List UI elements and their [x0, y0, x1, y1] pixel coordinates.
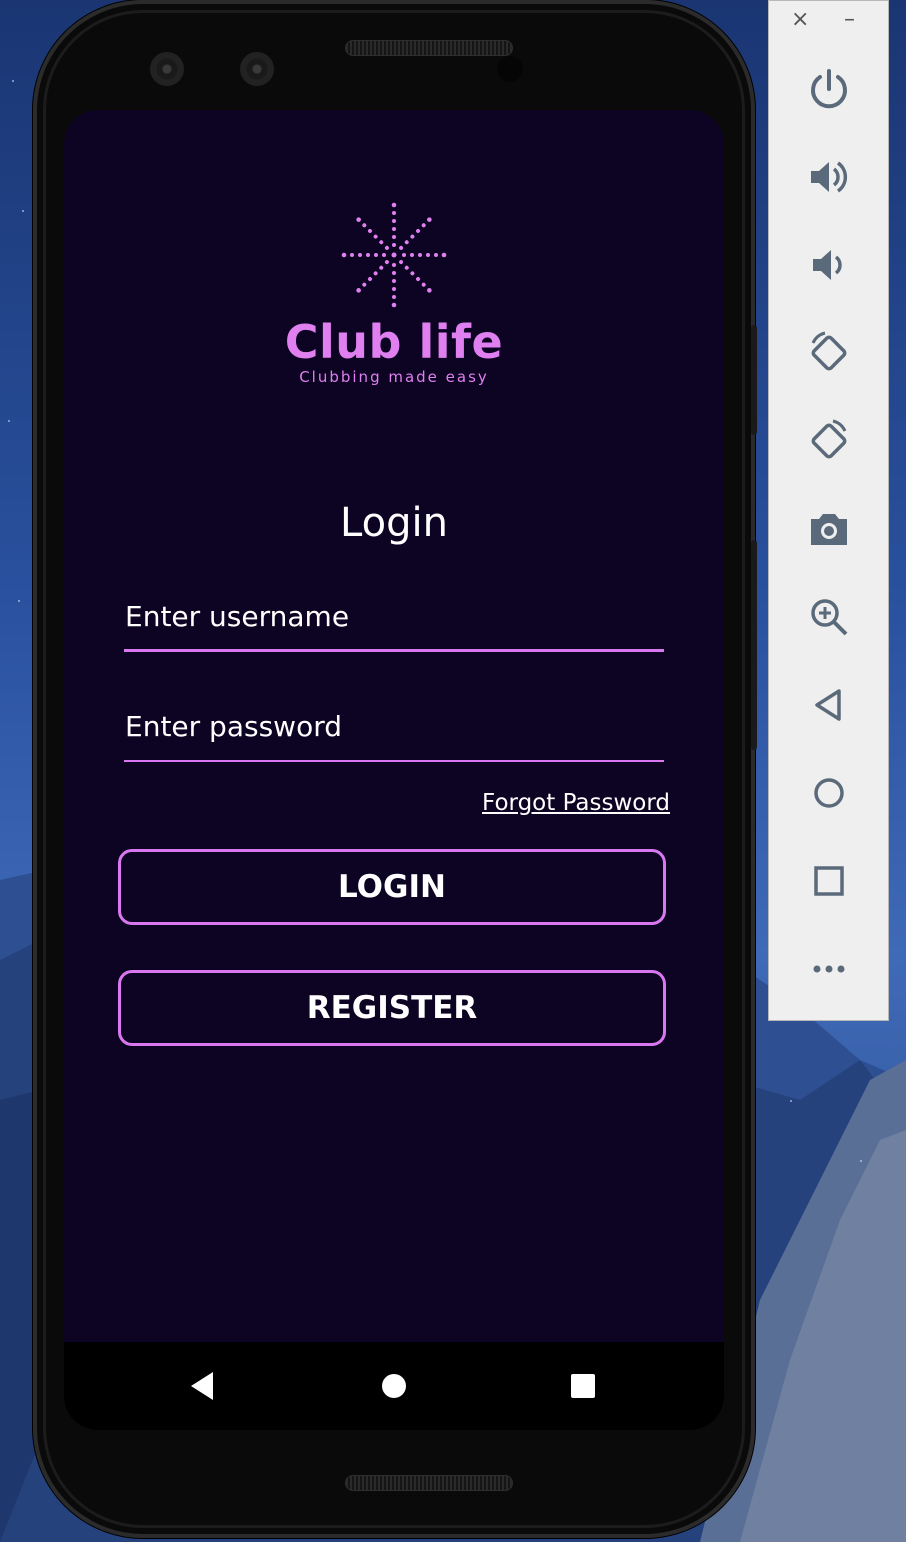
- android-nav-bar: [64, 1342, 724, 1430]
- home-icon[interactable]: [377, 1369, 411, 1403]
- camera-icon[interactable]: [805, 505, 853, 553]
- power-icon[interactable]: [805, 65, 853, 113]
- login-button[interactable]: LOGIN: [118, 849, 666, 925]
- page-title: Login: [340, 500, 448, 546]
- username-input[interactable]: Enter username: [124, 600, 664, 652]
- bottom-speaker: [345, 1475, 513, 1491]
- home-icon[interactable]: [805, 769, 853, 817]
- close-button[interactable]: ×: [791, 7, 809, 32]
- window-controls: × –: [769, 7, 890, 37]
- emulator-toolbar: × –: [768, 0, 889, 1021]
- password-underline: [124, 760, 664, 762]
- rotate-right-icon[interactable]: [805, 417, 853, 465]
- side-button[interactable]: [751, 325, 757, 435]
- brand-tagline: Clubbing made easy: [299, 368, 489, 386]
- more-icon[interactable]: [805, 945, 853, 993]
- zoom-icon[interactable]: [805, 593, 853, 641]
- register-button[interactable]: REGISTER: [118, 970, 666, 1046]
- brand-name: Club life: [284, 315, 504, 369]
- password-placeholder: Enter password: [125, 710, 342, 743]
- username-placeholder: Enter username: [125, 600, 350, 633]
- rotate-left-icon[interactable]: [805, 329, 853, 377]
- sensor-dot: [497, 56, 523, 82]
- forgot-password-link[interactable]: Forgot Password: [482, 790, 670, 816]
- username-underline: [124, 649, 664, 652]
- front-camera-1: [150, 52, 184, 86]
- app-screen: Club life Clubbing made easy Login Enter…: [64, 110, 724, 1430]
- logo-burst-icon: [64, 200, 724, 310]
- top-speaker: [345, 40, 513, 56]
- volume-up-icon[interactable]: [805, 153, 853, 201]
- minimize-button[interactable]: –: [844, 7, 855, 32]
- overview-icon[interactable]: [805, 857, 853, 905]
- volume-down-icon[interactable]: [805, 241, 853, 289]
- firework-icon: [341, 202, 447, 308]
- password-input[interactable]: Enter password: [124, 710, 664, 762]
- volume-rocker[interactable]: [751, 540, 757, 750]
- back-icon[interactable]: [185, 1369, 219, 1403]
- back-icon[interactable]: [805, 681, 853, 729]
- front-camera-2: [240, 52, 274, 86]
- recents-icon[interactable]: [566, 1369, 600, 1403]
